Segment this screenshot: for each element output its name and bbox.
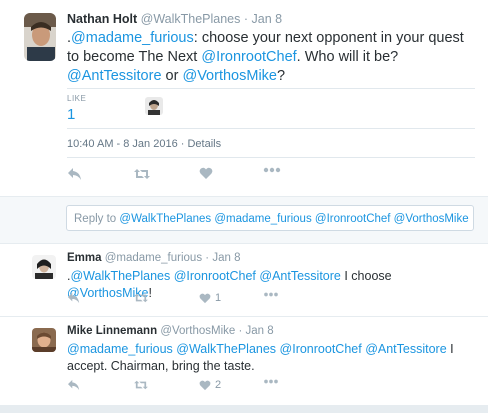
retweet-icon: [134, 169, 150, 179]
tweet-text-segment: or: [161, 68, 183, 84]
more-button[interactable]: [263, 292, 279, 297]
heart-icon: [199, 167, 213, 179]
liker-avatar[interactable]: [145, 97, 163, 115]
likes-label: LIKE: [67, 94, 87, 103]
mention-link[interactable]: @WalkThePlanes: [176, 342, 276, 356]
likes-count[interactable]: 1: [67, 106, 86, 123]
likes-stat[interactable]: LIKE 1: [67, 94, 86, 123]
reply-tweet: Mike Linnemann @VorthosMike · Jan 8 @mad…: [0, 317, 488, 405]
divider: [67, 157, 475, 158]
timestamp-text[interactable]: 10:40 AM - 8 Jan 2016: [67, 138, 178, 150]
retweet-button[interactable]: [133, 167, 151, 181]
author-name[interactable]: Nathan Holt: [67, 12, 137, 26]
like-button[interactable]: [199, 167, 213, 180]
divider: [67, 88, 475, 89]
dot-separator: ·: [243, 12, 249, 26]
dot-separator: ·: [205, 252, 210, 264]
reply-text: @madame_furious @WalkThePlanes @Ironroot…: [67, 341, 457, 375]
more-icon: [264, 379, 278, 384]
reply-author-handle[interactable]: @madame_furious: [105, 252, 202, 264]
tweet-header: Nathan Holt @WalkThePlanes · Jan 8: [67, 12, 282, 26]
reply-button[interactable]: [67, 167, 83, 181]
reply-author-handle[interactable]: @VorthosMike: [160, 325, 235, 337]
mention-link[interactable]: @AntTessitore: [365, 342, 446, 356]
more-button[interactable]: [263, 379, 279, 384]
author-avatar[interactable]: [24, 13, 56, 61]
reply-icon: [68, 292, 80, 304]
author-handle[interactable]: @WalkThePlanes: [141, 12, 241, 26]
tweet-text-segment: ?: [276, 68, 286, 84]
more-icon: [263, 167, 281, 173]
reply-button[interactable]: [67, 292, 81, 304]
tweet-text: .@madame_furious: choose your next oppon…: [67, 29, 467, 86]
retweet-icon: [134, 380, 148, 390]
tweet-timestamp: 10:40 AM - 8 Jan 2016 · Details: [67, 138, 222, 150]
retweet-icon: [134, 293, 148, 303]
mention-link[interactable]: @AntTessitore: [259, 269, 340, 283]
tweet-actions: [67, 167, 287, 183]
reply-time[interactable]: Jan 8: [212, 252, 240, 264]
reply-author-avatar[interactable]: [32, 328, 56, 352]
mention-link[interactable]: @VorthosMike: [182, 68, 277, 84]
reply-button[interactable]: [67, 379, 81, 391]
details-link[interactable]: Details: [187, 138, 221, 150]
main-tweet: Nathan Holt @WalkThePlanes · Jan 8 .@mad…: [0, 0, 488, 196]
mention-link[interactable]: @madame_furious: [71, 30, 194, 46]
retweet-button[interactable]: [133, 292, 149, 304]
reply-icon: [68, 379, 80, 391]
like-button[interactable]: 2: [199, 379, 221, 391]
heart-icon: [199, 293, 211, 303]
mention-link[interactable]: @IronrootChef: [280, 342, 362, 356]
reply-header: Mike Linnemann @VorthosMike · Jan 8: [67, 325, 274, 337]
dot-separator: ·: [238, 325, 243, 337]
mention-link[interactable]: @IronrootChef: [174, 269, 256, 283]
reply-prefix: Reply to: [74, 213, 120, 225]
tweet-time[interactable]: Jan 8: [252, 12, 283, 26]
mention-link[interactable]: @madame_furious: [67, 342, 173, 356]
more-icon: [264, 292, 278, 297]
reply-author-avatar[interactable]: [32, 255, 56, 279]
reply-actions: 2: [67, 379, 287, 395]
like-count: 2: [215, 379, 222, 391]
reply-header: Emma @madame_furious · Jan 8: [67, 252, 240, 264]
mention-link[interactable]: @AntTessitore: [67, 68, 162, 84]
reply-input[interactable]: Reply to @WalkThePlanes @madame_furious …: [66, 205, 474, 231]
reply-actions: 1: [67, 292, 287, 308]
like-count: 1: [215, 292, 222, 304]
divider: [67, 128, 475, 129]
tweet-text-segment: . Who will it be?: [296, 49, 399, 65]
reply-author-name[interactable]: Mike Linnemann: [67, 325, 157, 337]
heart-icon: [199, 380, 211, 390]
reply-icon: [68, 168, 81, 180]
reply-time[interactable]: Jan 8: [246, 325, 274, 337]
retweet-button[interactable]: [133, 379, 149, 391]
tweet-text-segment: I choose: [340, 269, 392, 283]
bottom-border: [0, 405, 488, 413]
reply-mentions: @WalkThePlanes @madame_furious @Ironroot…: [119, 213, 469, 225]
mention-link[interactable]: @IronrootChef: [201, 49, 296, 65]
reply-author-name[interactable]: Emma: [67, 252, 102, 264]
reply-tweet: Emma @madame_furious · Jan 8 .@WalkThePl…: [0, 242, 488, 317]
more-button[interactable]: [263, 167, 281, 173]
mention-link[interactable]: @WalkThePlanes: [70, 269, 170, 283]
reply-composer-area: Reply to @WalkThePlanes @madame_furious …: [0, 196, 488, 244]
like-button[interactable]: 1: [199, 292, 221, 304]
